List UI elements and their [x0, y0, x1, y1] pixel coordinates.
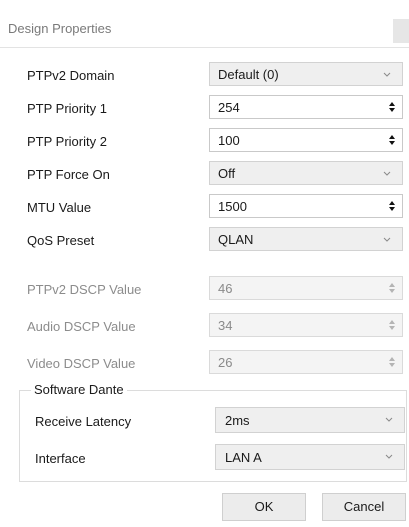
chevron-down-icon: [383, 237, 391, 242]
ptp-force-on-dropdown[interactable]: Off: [209, 161, 403, 185]
ptp-priority-1-value: 254: [218, 100, 240, 115]
ptp-priority-1-label: PTP Priority 1: [27, 101, 107, 116]
spin-arrows-icon: [389, 283, 395, 293]
interface-dropdown[interactable]: LAN A: [215, 444, 405, 470]
spin-arrows-icon[interactable]: [387, 132, 397, 148]
ptpv2-domain-dropdown[interactable]: Default (0): [209, 62, 403, 86]
ptp-priority-2-value: 100: [218, 133, 240, 148]
ptpv2-dscp-spinner: 46: [209, 276, 403, 300]
qos-preset-value: QLAN: [218, 232, 254, 247]
ok-button[interactable]: OK: [222, 493, 306, 521]
ptp-priority-1-spinner[interactable]: 254: [209, 95, 403, 119]
ptp-force-on-label: PTP Force On: [27, 167, 110, 182]
receive-latency-value: 2ms: [225, 413, 250, 428]
spin-arrows-icon: [389, 357, 395, 367]
title-divider: [0, 47, 409, 48]
spin-arrows-icon[interactable]: [387, 99, 397, 115]
ptp-force-on-value: Off: [218, 166, 236, 181]
audio-dscp-spinner: 34: [209, 313, 403, 337]
chevron-down-icon: [385, 417, 393, 422]
video-dscp-label: Video DSCP Value: [27, 356, 136, 371]
interface-label: Interface: [35, 451, 86, 466]
audio-dscp-value: 34: [218, 318, 233, 333]
interface-value: LAN A: [225, 450, 262, 465]
spin-arrows-icon: [389, 320, 395, 330]
mtu-value: 1500: [218, 199, 247, 214]
video-dscp-value: 26: [218, 355, 233, 370]
mtu-value-label: MTU Value: [27, 200, 92, 215]
chevron-down-icon: [383, 72, 391, 77]
panel-title: Design Properties: [8, 21, 112, 36]
audio-dscp-label: Audio DSCP Value: [27, 319, 136, 334]
ptpv2-domain-label: PTPv2 Domain: [27, 68, 115, 83]
cancel-button[interactable]: Cancel: [322, 493, 406, 521]
mtu-value-spinner[interactable]: 1500: [209, 194, 403, 218]
receive-latency-label: Receive Latency: [35, 414, 132, 429]
spin-arrows-icon[interactable]: [387, 198, 397, 214]
ptpv2-domain-value: Default (0): [218, 67, 279, 82]
ptp-priority-2-label: PTP Priority 2: [27, 134, 107, 149]
chevron-down-icon: [385, 454, 393, 459]
ptp-priority-2-spinner[interactable]: 100: [209, 128, 403, 152]
software-dante-title: Software Dante: [31, 382, 127, 397]
receive-latency-dropdown[interactable]: 2ms: [215, 407, 405, 433]
video-dscp-spinner: 26: [209, 350, 403, 374]
chevron-down-icon: [383, 171, 391, 176]
design-properties-panel: Design Properties PTPv2 Domain Default (…: [0, 0, 409, 527]
qos-preset-label: QoS Preset: [27, 233, 95, 248]
ptpv2-dscp-value: 46: [218, 281, 233, 296]
ptpv2-dscp-label: PTPv2 DSCP Value: [27, 282, 142, 297]
panel-header-button[interactable]: [393, 19, 409, 43]
qos-preset-dropdown[interactable]: QLAN: [209, 227, 403, 251]
